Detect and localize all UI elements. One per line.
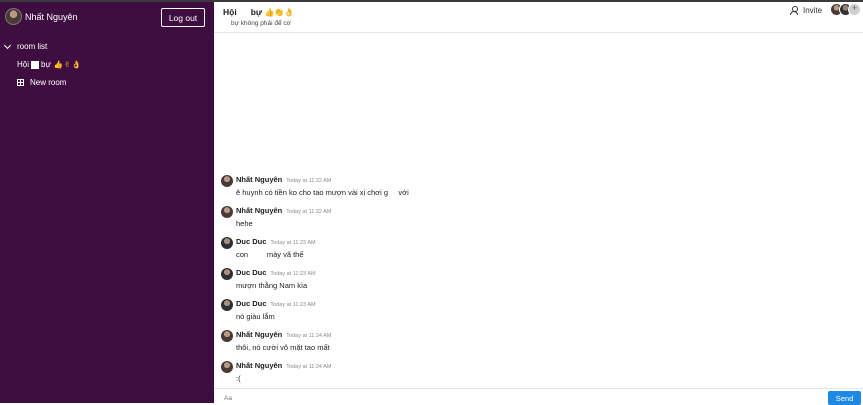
message-time: Today at 11:23 AM	[270, 271, 316, 277]
message-author: Nhất Nguyên Today at 11:24 AM	[236, 330, 331, 339]
avatar[interactable]	[221, 175, 233, 187]
message-text: hehe	[236, 219, 253, 228]
message-text: ê huynh có tiền ko cho tao mượn vài xị c…	[236, 188, 409, 197]
avatar[interactable]	[221, 237, 233, 249]
room-title-part2: bự	[250, 7, 263, 17]
invite-label: Invite	[803, 6, 823, 15]
new-room-button[interactable]: New room	[17, 78, 66, 87]
room-topic: bự không phải để cờ	[231, 20, 291, 27]
room-list-label: room list	[17, 42, 48, 51]
avatar[interactable]	[221, 330, 233, 342]
message-author: Nhất Nguyên Today at 11:22 AM	[236, 206, 331, 215]
message-author: Duc Duc Today at 11:23 AM	[236, 268, 316, 277]
person-icon	[790, 6, 798, 15]
message-time: Today at 11:23 AM	[270, 302, 316, 308]
avatar[interactable]	[221, 361, 233, 373]
room-list-toggle[interactable]: room list	[3, 41, 48, 51]
user-name: Nhất Nguyên	[25, 11, 78, 22]
message-input[interactable]	[224, 393, 814, 404]
sidebar: Nhất Nguyên Log out room list Hội bự 👍✌👌…	[0, 2, 214, 403]
sidebar-item-room[interactable]: Hội bự 👍✌👌	[17, 60, 82, 69]
author-name[interactable]: Nhất Nguyên	[236, 175, 282, 184]
redacted-box	[31, 60, 40, 69]
more-members-icon	[848, 3, 861, 16]
room-title-emojis: 👍👏👌	[264, 8, 295, 17]
new-room-label: New room	[30, 78, 67, 87]
room-title: Hội bự 👍👏👌	[223, 7, 294, 17]
member-avatars[interactable]	[830, 3, 862, 16]
room-item-prefix: Hội	[17, 60, 30, 69]
invite-button[interactable]: Invite	[790, 6, 822, 15]
message-time: Today at 11:22 AM	[286, 209, 332, 215]
author-name[interactable]: Duc Duc	[236, 299, 266, 308]
message-author: Nhất Nguyên Today at 11:22 AM	[236, 175, 331, 184]
current-user: Nhất Nguyên	[5, 8, 78, 25]
message-time: Today at 11:23 AM	[270, 240, 316, 246]
message-text: con mày vã thế	[236, 250, 304, 259]
room-item-suffix: bự	[41, 60, 51, 69]
author-name[interactable]: Duc Duc	[236, 237, 266, 246]
logout-button[interactable]: Log out	[161, 8, 205, 27]
message-list: Nhất Nguyên Today at 11:22 AM ê huynh có …	[214, 34, 863, 388]
message-text: :(	[236, 374, 241, 383]
plus-square-icon	[17, 79, 24, 86]
chevron-down-icon	[3, 41, 12, 49]
room-item-emojis: 👍✌👌	[53, 60, 82, 69]
user-avatar	[5, 8, 22, 25]
author-name[interactable]: Nhất Nguyên	[236, 330, 282, 339]
message-time: Today at 11:22 AM	[286, 178, 332, 184]
message-author: Duc Duc Today at 11:23 AM	[236, 299, 316, 308]
message-text: nó giàu lắm	[236, 312, 275, 321]
author-name[interactable]: Duc Duc	[236, 268, 266, 277]
room-title-part1: Hội	[223, 7, 237, 17]
message-text: mượn thằng Nam kìa	[236, 281, 308, 290]
avatar[interactable]	[221, 299, 233, 311]
message-text: thôi, nó cười vô mặt tao mất	[236, 343, 330, 352]
message-time: Today at 11:24 AM	[286, 364, 332, 370]
message-composer: Send	[214, 388, 863, 405]
avatar[interactable]	[221, 268, 233, 280]
message-author: Duc Duc Today at 11:23 AM	[236, 237, 316, 246]
author-name[interactable]: Nhất Nguyên	[236, 361, 282, 370]
message-author: Nhất Nguyên Today at 11:24 AM	[236, 361, 331, 370]
author-name[interactable]: Nhất Nguyên	[236, 206, 282, 215]
avatar[interactable]	[221, 206, 233, 218]
message-time: Today at 11:24 AM	[286, 333, 332, 339]
room-header: Hội bự 👍👏👌 bự không phải để cờ Invite	[214, 2, 863, 33]
